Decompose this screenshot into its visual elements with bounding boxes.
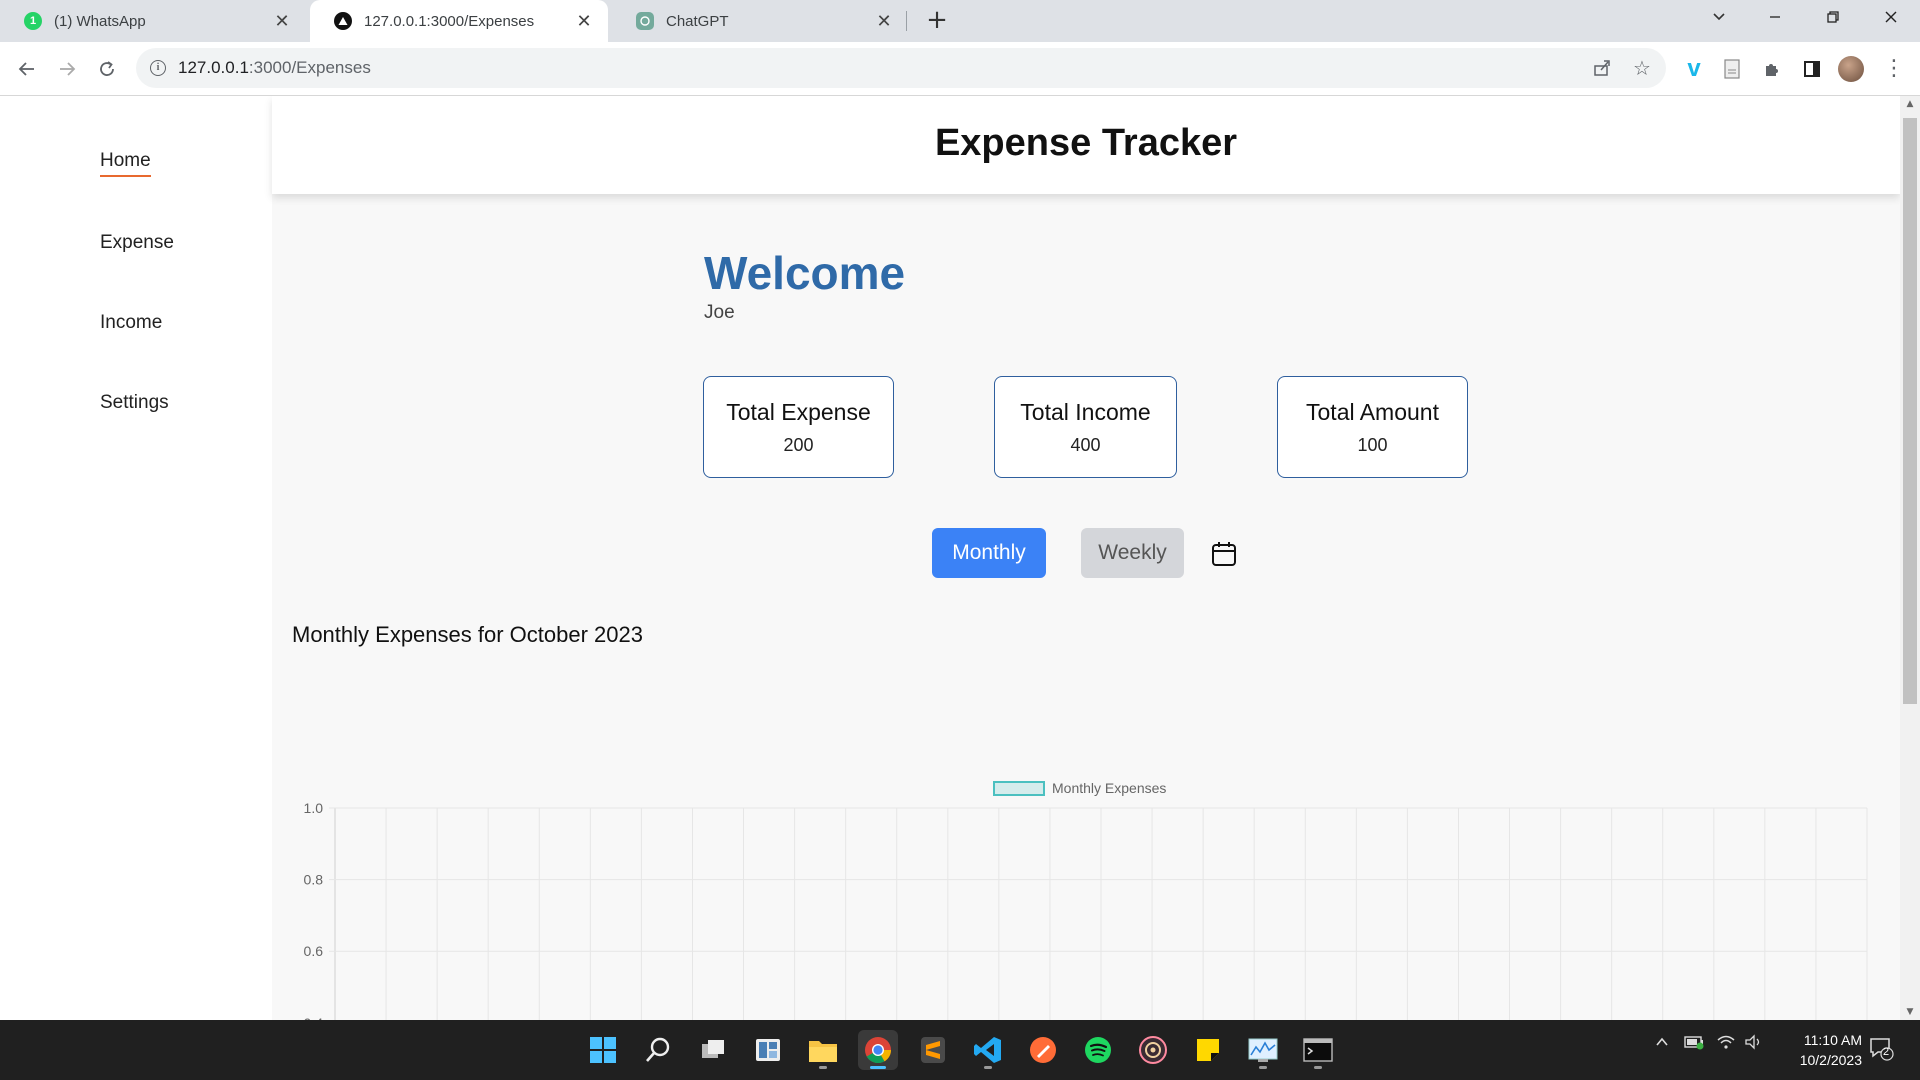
- scrollbar-thumb[interactable]: [1903, 118, 1917, 704]
- sticky-notes-icon[interactable]: [1188, 1030, 1228, 1070]
- page-title: Expense Tracker: [934, 122, 1238, 164]
- legend-swatch: [993, 781, 1045, 796]
- tab-whatsapp[interactable]: 1 (1) WhatsApp ✕: [0, 0, 306, 42]
- menu-kebab-icon[interactable]: ⋮: [1880, 54, 1908, 84]
- total-expense-card: Total Expense 200: [703, 376, 894, 478]
- sidebar-item-income[interactable]: Income: [100, 312, 162, 334]
- profile-avatar[interactable]: [1838, 54, 1866, 84]
- reload-button[interactable]: [92, 54, 122, 84]
- tab-title: 127.0.0.1:3000/Expenses: [364, 12, 535, 30]
- share-icon[interactable]: [1588, 53, 1616, 83]
- total-income-card: Total Income 400: [994, 376, 1177, 478]
- y-tick-label: 0.8: [304, 872, 324, 888]
- minimize-button[interactable]: [1750, 0, 1800, 38]
- stat-label: Total Expense: [726, 399, 871, 425]
- side-panel-icon[interactable]: [1798, 54, 1826, 84]
- spotify-icon[interactable]: [1078, 1030, 1118, 1070]
- weekly-button[interactable]: Weekly: [1081, 528, 1184, 578]
- welcome-heading: Welcome: [704, 247, 906, 299]
- sidebar-item-settings[interactable]: Settings: [100, 392, 169, 414]
- calendar-icon[interactable]: [1210, 540, 1238, 568]
- stat-value: 400: [1070, 435, 1101, 455]
- postman-icon[interactable]: [1023, 1030, 1063, 1070]
- close-window-button[interactable]: [1866, 0, 1916, 38]
- browser-tab-strip: 1 (1) WhatsApp ✕ 127.0.0.1:3000/Expenses…: [0, 0, 1920, 42]
- app-triangle-icon: [334, 12, 352, 30]
- terminal-icon[interactable]: [1298, 1030, 1338, 1070]
- battery-icon[interactable]: [1684, 1034, 1706, 1054]
- stat-value: 200: [783, 435, 814, 455]
- tab-title: ChatGPT: [666, 12, 729, 30]
- url-text: 127.0.0.1:3000/Expenses: [178, 58, 371, 78]
- media-player-icon[interactable]: [1133, 1030, 1173, 1070]
- scroll-down-arrow[interactable]: ▼: [1900, 1004, 1920, 1020]
- task-view-icon[interactable]: [693, 1030, 733, 1070]
- total-amount-card: Total Amount 100: [1277, 376, 1468, 478]
- restore-button[interactable]: [1808, 0, 1858, 38]
- monthly-button[interactable]: Monthly: [932, 528, 1046, 578]
- main-content: Expense Tracker Welcome Joe Total Expens…: [272, 96, 1900, 1020]
- new-tab-button[interactable]: +: [922, 6, 952, 36]
- legend-label: Monthly Expenses: [1052, 780, 1166, 796]
- clock-time: 11:10 AM: [1803, 1032, 1862, 1048]
- url-host: 127.0.0.1: [178, 58, 249, 77]
- bookmark-star-icon[interactable]: ☆: [1628, 53, 1656, 83]
- page-scrollbar[interactable]: ▲ ▼: [1900, 96, 1920, 1020]
- notification-center-icon[interactable]: 2: [1868, 1036, 1894, 1066]
- forward-button[interactable]: [52, 54, 82, 84]
- show-hidden-icons-chevron-icon[interactable]: [1654, 1034, 1670, 1054]
- volume-icon[interactable]: [1744, 1034, 1764, 1054]
- chart-title: Monthly Expenses for October 2023: [292, 622, 643, 647]
- tab-separator: [906, 11, 907, 31]
- close-icon[interactable]: ✕: [874, 11, 894, 32]
- chrome-icon[interactable]: [858, 1030, 898, 1070]
- extensions-puzzle-icon[interactable]: [1758, 54, 1786, 84]
- widgets-icon[interactable]: [748, 1030, 788, 1070]
- chatgpt-icon: [636, 12, 654, 30]
- tab-expenses[interactable]: 127.0.0.1:3000/Expenses ✕: [310, 0, 608, 42]
- y-tick-label: 1.0: [304, 800, 324, 816]
- resource-monitor-icon[interactable]: [1243, 1030, 1283, 1070]
- clock-date: 10/2/2023: [1799, 1052, 1862, 1068]
- start-icon[interactable]: [583, 1030, 623, 1070]
- tab-search-chevron-down-icon[interactable]: [1694, 0, 1744, 38]
- tab-title: (1) WhatsApp: [54, 12, 146, 30]
- vscode-icon[interactable]: [968, 1030, 1008, 1070]
- scroll-up-arrow[interactable]: ▲: [1900, 96, 1920, 112]
- notification-count: 2: [1883, 1046, 1890, 1058]
- sublime-text-icon[interactable]: [913, 1030, 953, 1070]
- vimeo-extension-icon[interactable]: v: [1680, 54, 1708, 84]
- file-explorer-icon[interactable]: [803, 1030, 843, 1070]
- page-viewport: Home Expense Income Settings Expense Tra…: [0, 96, 1920, 1020]
- tab-chatgpt[interactable]: ChatGPT ✕: [612, 0, 908, 42]
- stat-value: 100: [1357, 435, 1388, 455]
- url-path: :3000/Expenses: [248, 58, 371, 77]
- document-extension-icon[interactable]: [1718, 54, 1746, 84]
- site-info-icon[interactable]: i: [150, 60, 166, 76]
- stat-label: Total Amount: [1306, 399, 1439, 425]
- wifi-icon[interactable]: [1716, 1034, 1736, 1054]
- user-name: Joe: [704, 302, 735, 323]
- browser-toolbar: i 127.0.0.1:3000/Expenses ☆ v ⋮: [0, 42, 1920, 96]
- page-header: Expense Tracker: [272, 96, 1900, 194]
- close-icon[interactable]: ✕: [272, 11, 292, 32]
- search-icon[interactable]: [638, 1030, 678, 1070]
- whatsapp-icon: 1: [24, 12, 42, 30]
- y-tick-label: 0.6: [304, 943, 324, 959]
- close-icon[interactable]: ✕: [574, 11, 594, 32]
- address-bar[interactable]: i 127.0.0.1:3000/Expenses ☆: [136, 48, 1666, 88]
- sidebar-item-home[interactable]: Home: [100, 150, 151, 177]
- sidebar: Home Expense Income Settings: [0, 96, 272, 1020]
- system-clock[interactable]: 11:10 AM 10/2/2023: [1772, 1030, 1862, 1070]
- windows-taskbar: 11:10 AM 10/2/2023 2: [0, 1020, 1920, 1080]
- back-button[interactable]: [12, 54, 42, 84]
- sidebar-item-expense[interactable]: Expense: [100, 232, 174, 254]
- monthly-expenses-chart: 1.00.80.60.40.2 Monthly Expenses: [304, 780, 1868, 1020]
- stat-label: Total Income: [1020, 399, 1151, 425]
